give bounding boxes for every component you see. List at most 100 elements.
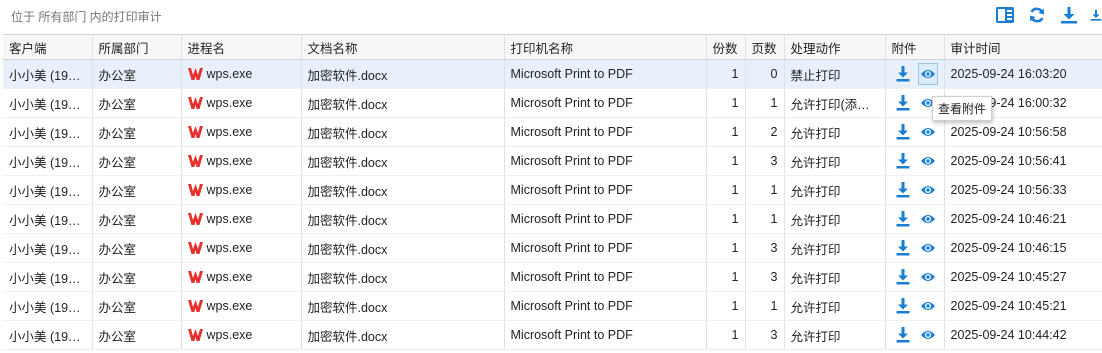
- pages-header[interactable]: 页数: [745, 34, 785, 60]
- table-row[interactable]: 小小美 (192.168.1.101)办公室 wps.exe 加密软件.docxMi…: [3, 291, 1102, 321]
- download-icon[interactable]: [894, 295, 913, 317]
- time-header[interactable]: 审计时间: [944, 34, 1102, 60]
- attachment-cell: [885, 117, 945, 147]
- download-icon[interactable]: [894, 150, 913, 172]
- printer-cell: Microsoft Print to PDF: [504, 117, 707, 147]
- printer-cell: Microsoft Print to PDF: [504, 204, 707, 234]
- dept-cell: 办公室: [92, 59, 182, 89]
- copies-cell: 1: [706, 88, 746, 118]
- view-icon[interactable]: [918, 63, 938, 85]
- download-icon[interactable]: [894, 92, 913, 114]
- attachment-cell: [885, 291, 945, 321]
- pages-cell: 1: [745, 175, 785, 205]
- doc-cell: 加密软件.docx: [301, 59, 505, 89]
- download-icon[interactable]: [894, 179, 913, 201]
- process-name: wps.exe: [206, 154, 253, 168]
- printer-cell: Microsoft Print to PDF: [504, 262, 707, 292]
- client-cell: 小小美 (192.168.1.101): [3, 291, 93, 321]
- table-row[interactable]: 小小美 (192.168.1.101)办公室 wps.exe 加密软件.docxMi…: [3, 204, 1102, 234]
- dept-cell: 办公室: [92, 291, 182, 321]
- attachment-cell: [885, 59, 945, 89]
- download-icon[interactable]: [894, 63, 913, 85]
- process-cell: wps.exe: [181, 146, 302, 176]
- process-header[interactable]: 进程名: [181, 34, 302, 60]
- dept-header[interactable]: 所属部门: [92, 34, 182, 60]
- dept-cell: 办公室: [92, 233, 182, 263]
- process-cell: wps.exe: [181, 88, 302, 118]
- printer-cell: Microsoft Print to PDF: [504, 175, 707, 205]
- dept-cell: 办公室: [92, 262, 182, 292]
- table-row[interactable]: 小小美 (192.168.1.101)办公室 wps.exe 加密软件.docxMi…: [3, 320, 1102, 350]
- table-row[interactable]: 小小美 (192.168.1.101)办公室 wps.exe 加密软件.docxMi…: [3, 175, 1102, 205]
- copies-cell: 1: [706, 117, 746, 147]
- pages-cell: 3: [745, 262, 785, 292]
- attachment-cell: [885, 175, 945, 205]
- doc-header[interactable]: 文档名称: [301, 34, 505, 60]
- doc-cell: 加密软件.docx: [301, 233, 505, 263]
- process-name: wps.exe: [206, 67, 253, 81]
- table-row[interactable]: 小小美 (192.168.1.101)办公室 wps.exe 加密软件.docxMi…: [3, 59, 1102, 89]
- columns-icon[interactable]: [994, 4, 1016, 26]
- download-icon[interactable]: [894, 324, 913, 346]
- time-cell: 2025-09-24 16:03:20: [944, 59, 1102, 89]
- dept-cell: 办公室: [92, 320, 182, 350]
- download-icon[interactable]: [894, 121, 913, 143]
- top-bar: 位于 所有部门 内的打印审计: [0, 0, 1102, 34]
- action-cell: 允许打印: [784, 204, 886, 234]
- client-cell: 小小美 (192.168.1.101): [3, 320, 93, 350]
- attachment-header[interactable]: 附件: [885, 34, 945, 60]
- process-cell: wps.exe: [181, 204, 302, 234]
- view-icon[interactable]: [919, 237, 938, 259]
- printer-cell: Microsoft Print to PDF: [504, 59, 707, 89]
- copies-cell: 1: [706, 146, 746, 176]
- attachment-cell: [885, 204, 945, 234]
- download-icon[interactable]: [894, 266, 913, 288]
- view-icon[interactable]: [919, 266, 938, 288]
- table-row[interactable]: 小小美 (192.168.1.101)办公室 wps.exe 加密软件.docxMi…: [3, 262, 1102, 292]
- table-row[interactable]: 小小美 (192.168.1.101)办公室 wps.exe 加密软件.docxMi…: [3, 117, 1102, 147]
- view-icon[interactable]: [919, 324, 938, 346]
- download-icon[interactable]: [1058, 4, 1080, 26]
- wps-icon: [187, 184, 203, 196]
- attachment-cell: [885, 320, 945, 350]
- wps-icon: [187, 155, 203, 167]
- copies-cell: 1: [706, 320, 746, 350]
- copies-cell: 1: [706, 204, 746, 234]
- view-icon[interactable]: [919, 179, 938, 201]
- table-row[interactable]: 小小美 (192.168.1.101)办公室 wps.exe 加密软件.docxMi…: [3, 146, 1102, 176]
- printer-cell: Microsoft Print to PDF: [504, 146, 707, 176]
- time-cell: 2025-09-24 10:56:33: [944, 175, 1102, 205]
- action-header[interactable]: 处理动作: [784, 34, 886, 60]
- view-icon[interactable]: [919, 150, 938, 172]
- process-name: wps.exe: [206, 125, 253, 139]
- view-icon[interactable]: [919, 208, 938, 230]
- copies-header[interactable]: 份数: [706, 34, 746, 60]
- process-cell: wps.exe: [181, 262, 302, 292]
- download-icon[interactable]: [894, 208, 913, 230]
- doc-cell: 加密软件.docx: [301, 262, 505, 292]
- wps-icon: [187, 213, 203, 225]
- view-icon[interactable]: [919, 295, 938, 317]
- wps-icon: [187, 126, 203, 138]
- printer-cell: Microsoft Print to PDF: [504, 320, 707, 350]
- doc-cell: 加密软件.docx: [301, 117, 505, 147]
- download-icon[interactable]: [894, 237, 913, 259]
- client-cell: 小小美 (192.168.1.101): [3, 59, 93, 89]
- action-cell: 允许打印: [784, 117, 886, 147]
- process-name: wps.exe: [206, 96, 253, 110]
- pages-cell: 1: [745, 291, 785, 321]
- client-cell: 小小美 (192.168.1.101): [3, 175, 93, 205]
- refresh-icon[interactable]: [1026, 4, 1048, 26]
- copies-cell: 1: [706, 175, 746, 205]
- doc-cell: 加密软件.docx: [301, 291, 505, 321]
- table-row[interactable]: 小小美 (192.168.1.101)办公室 wps.exe 加密软件.docxMi…: [3, 233, 1102, 263]
- client-header[interactable]: 客户端: [3, 34, 93, 60]
- action-cell: 允许打印: [784, 262, 886, 292]
- view-icon[interactable]: [919, 121, 938, 143]
- process-cell: wps.exe: [181, 117, 302, 147]
- printer-header[interactable]: 打印机名称: [504, 34, 707, 60]
- dept-cell: 办公室: [92, 204, 182, 234]
- process-cell: wps.exe: [181, 320, 302, 350]
- export-icon[interactable]: [1090, 4, 1102, 26]
- wps-icon: [187, 329, 203, 341]
